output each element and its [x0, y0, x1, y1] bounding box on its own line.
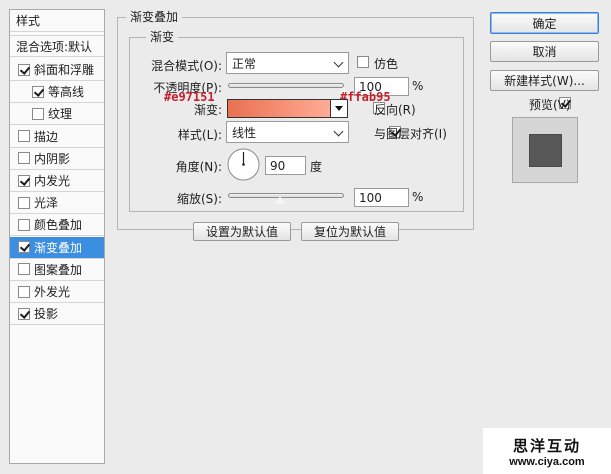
style-item-label: 内阴影 [34, 151, 71, 166]
blend-mode-value: 正常 [232, 56, 257, 71]
new-style-button[interactable]: 新建样式(W)... [490, 70, 599, 91]
styles-header-label: 样式 [16, 14, 41, 28]
watermark: 思洋互动 www.ciya.com [483, 428, 611, 474]
style-item-checkbox[interactable] [18, 218, 30, 231]
style-item-label: 投影 [34, 307, 59, 322]
gradient-inner-title: 渐变 [146, 30, 179, 44]
style-item-checkbox[interactable] [18, 241, 30, 254]
scale-label: 缩放(S): [176, 192, 222, 206]
opacity-slider-track[interactable] [228, 83, 344, 88]
watermark-url: www.ciya.com [509, 456, 585, 468]
style-item[interactable]: 等高线 [10, 81, 104, 104]
gradient-overlay-title: 渐变叠加 [126, 10, 183, 24]
gradient-picker-button[interactable] [330, 99, 348, 118]
preview-label: 预览(V) [529, 98, 571, 112]
chevron-down-icon [333, 57, 344, 68]
style-item[interactable]: 斜面和浮雕 [10, 59, 104, 81]
angle-dial-icon [227, 148, 260, 181]
dither-checkbox[interactable] [357, 56, 369, 68]
style-item[interactable]: 光泽 [10, 192, 104, 215]
gradient-swatch[interactable] [227, 99, 331, 118]
style-item-checkbox[interactable] [18, 63, 30, 76]
style-item[interactable]: 颜色叠加 [10, 214, 104, 237]
style-value: 线性 [232, 125, 257, 140]
style-item-label: 颜色叠加 [34, 218, 83, 233]
scale-slider-thumb[interactable] [274, 195, 287, 205]
style-item-checkbox[interactable] [18, 307, 30, 320]
preview-swatch [529, 134, 562, 167]
style-item-checkbox[interactable] [18, 285, 30, 298]
make-default-button[interactable]: 设置为默认值 [193, 222, 291, 241]
blend-mode-label: 混合模式(O): [151, 59, 222, 73]
cancel-button[interactable]: 取消 [490, 41, 599, 62]
styles-list-panel: 样式 混合选项:默认 斜面和浮雕等高线纹理描边内阴影内发光光泽颜色叠加渐变叠加图… [9, 9, 105, 464]
style-item[interactable]: 描边 [10, 126, 104, 148]
style-item-label: 图案叠加 [34, 262, 83, 277]
scale-slider-track[interactable] [228, 193, 344, 198]
watermark-title: 思洋互动 [512, 437, 581, 455]
ok-button[interactable]: 确定 [490, 12, 599, 34]
blend-options-label: 混合选项:默认 [16, 39, 93, 54]
style-item[interactable]: 图案叠加 [10, 259, 104, 281]
blend-options-item[interactable]: 混合选项:默认 [10, 35, 104, 57]
style-preview-thumbnail [512, 117, 578, 183]
scale-unit: % [412, 190, 424, 204]
angle-dial[interactable] [227, 148, 260, 181]
style-item-checkbox[interactable] [18, 174, 30, 187]
style-select[interactable]: 线性 [226, 121, 349, 143]
chevron-down-icon [333, 126, 344, 137]
angle-input[interactable]: 90 [265, 156, 306, 175]
style-item-label: 纹理 [48, 107, 73, 122]
dither-label: 仿色 [374, 57, 399, 71]
style-item[interactable]: 内阴影 [10, 148, 104, 170]
style-item-label: 描边 [34, 129, 59, 144]
style-item-checkbox[interactable] [18, 152, 30, 165]
angle-label: 角度(N): [175, 160, 222, 174]
style-item[interactable]: 渐变叠加 [10, 236, 104, 259]
style-item-label: 内发光 [34, 174, 71, 188]
opacity-unit: % [412, 79, 424, 93]
angle-value: 90 [270, 158, 286, 173]
reverse-label: 反向(R) [374, 103, 416, 117]
angle-unit: 度 [310, 160, 323, 174]
style-item-checkbox[interactable] [18, 263, 30, 276]
style-item-label: 等高线 [48, 85, 85, 100]
style-item-label: 斜面和浮雕 [34, 63, 95, 77]
style-item-checkbox[interactable] [32, 85, 44, 98]
style-item-label: 外发光 [34, 285, 71, 299]
style-label: 样式(L): [177, 128, 222, 142]
align-with-layer-label: 与图层对齐(I) [374, 127, 447, 141]
style-item-label: 光泽 [34, 196, 59, 211]
style-item[interactable]: 外发光 [10, 281, 104, 303]
styles-header: 样式 [10, 10, 104, 32]
style-item-checkbox[interactable] [32, 107, 44, 120]
style-item-checkbox[interactable] [18, 130, 30, 143]
style-item[interactable]: 内发光 [10, 170, 104, 192]
gradient-label: 渐变: [193, 103, 222, 117]
scale-value: 100 [359, 190, 382, 205]
blend-mode-select[interactable]: 正常 [226, 52, 349, 74]
reset-default-button[interactable]: 复位为默认值 [301, 222, 399, 241]
style-item[interactable]: 纹理 [10, 103, 104, 126]
style-item-checkbox[interactable] [18, 196, 30, 209]
style-item-label: 渐变叠加 [34, 240, 83, 255]
triangle-down-icon [335, 106, 343, 111]
scale-input[interactable]: 100 [354, 188, 409, 207]
style-item[interactable]: 投影 [10, 303, 104, 326]
